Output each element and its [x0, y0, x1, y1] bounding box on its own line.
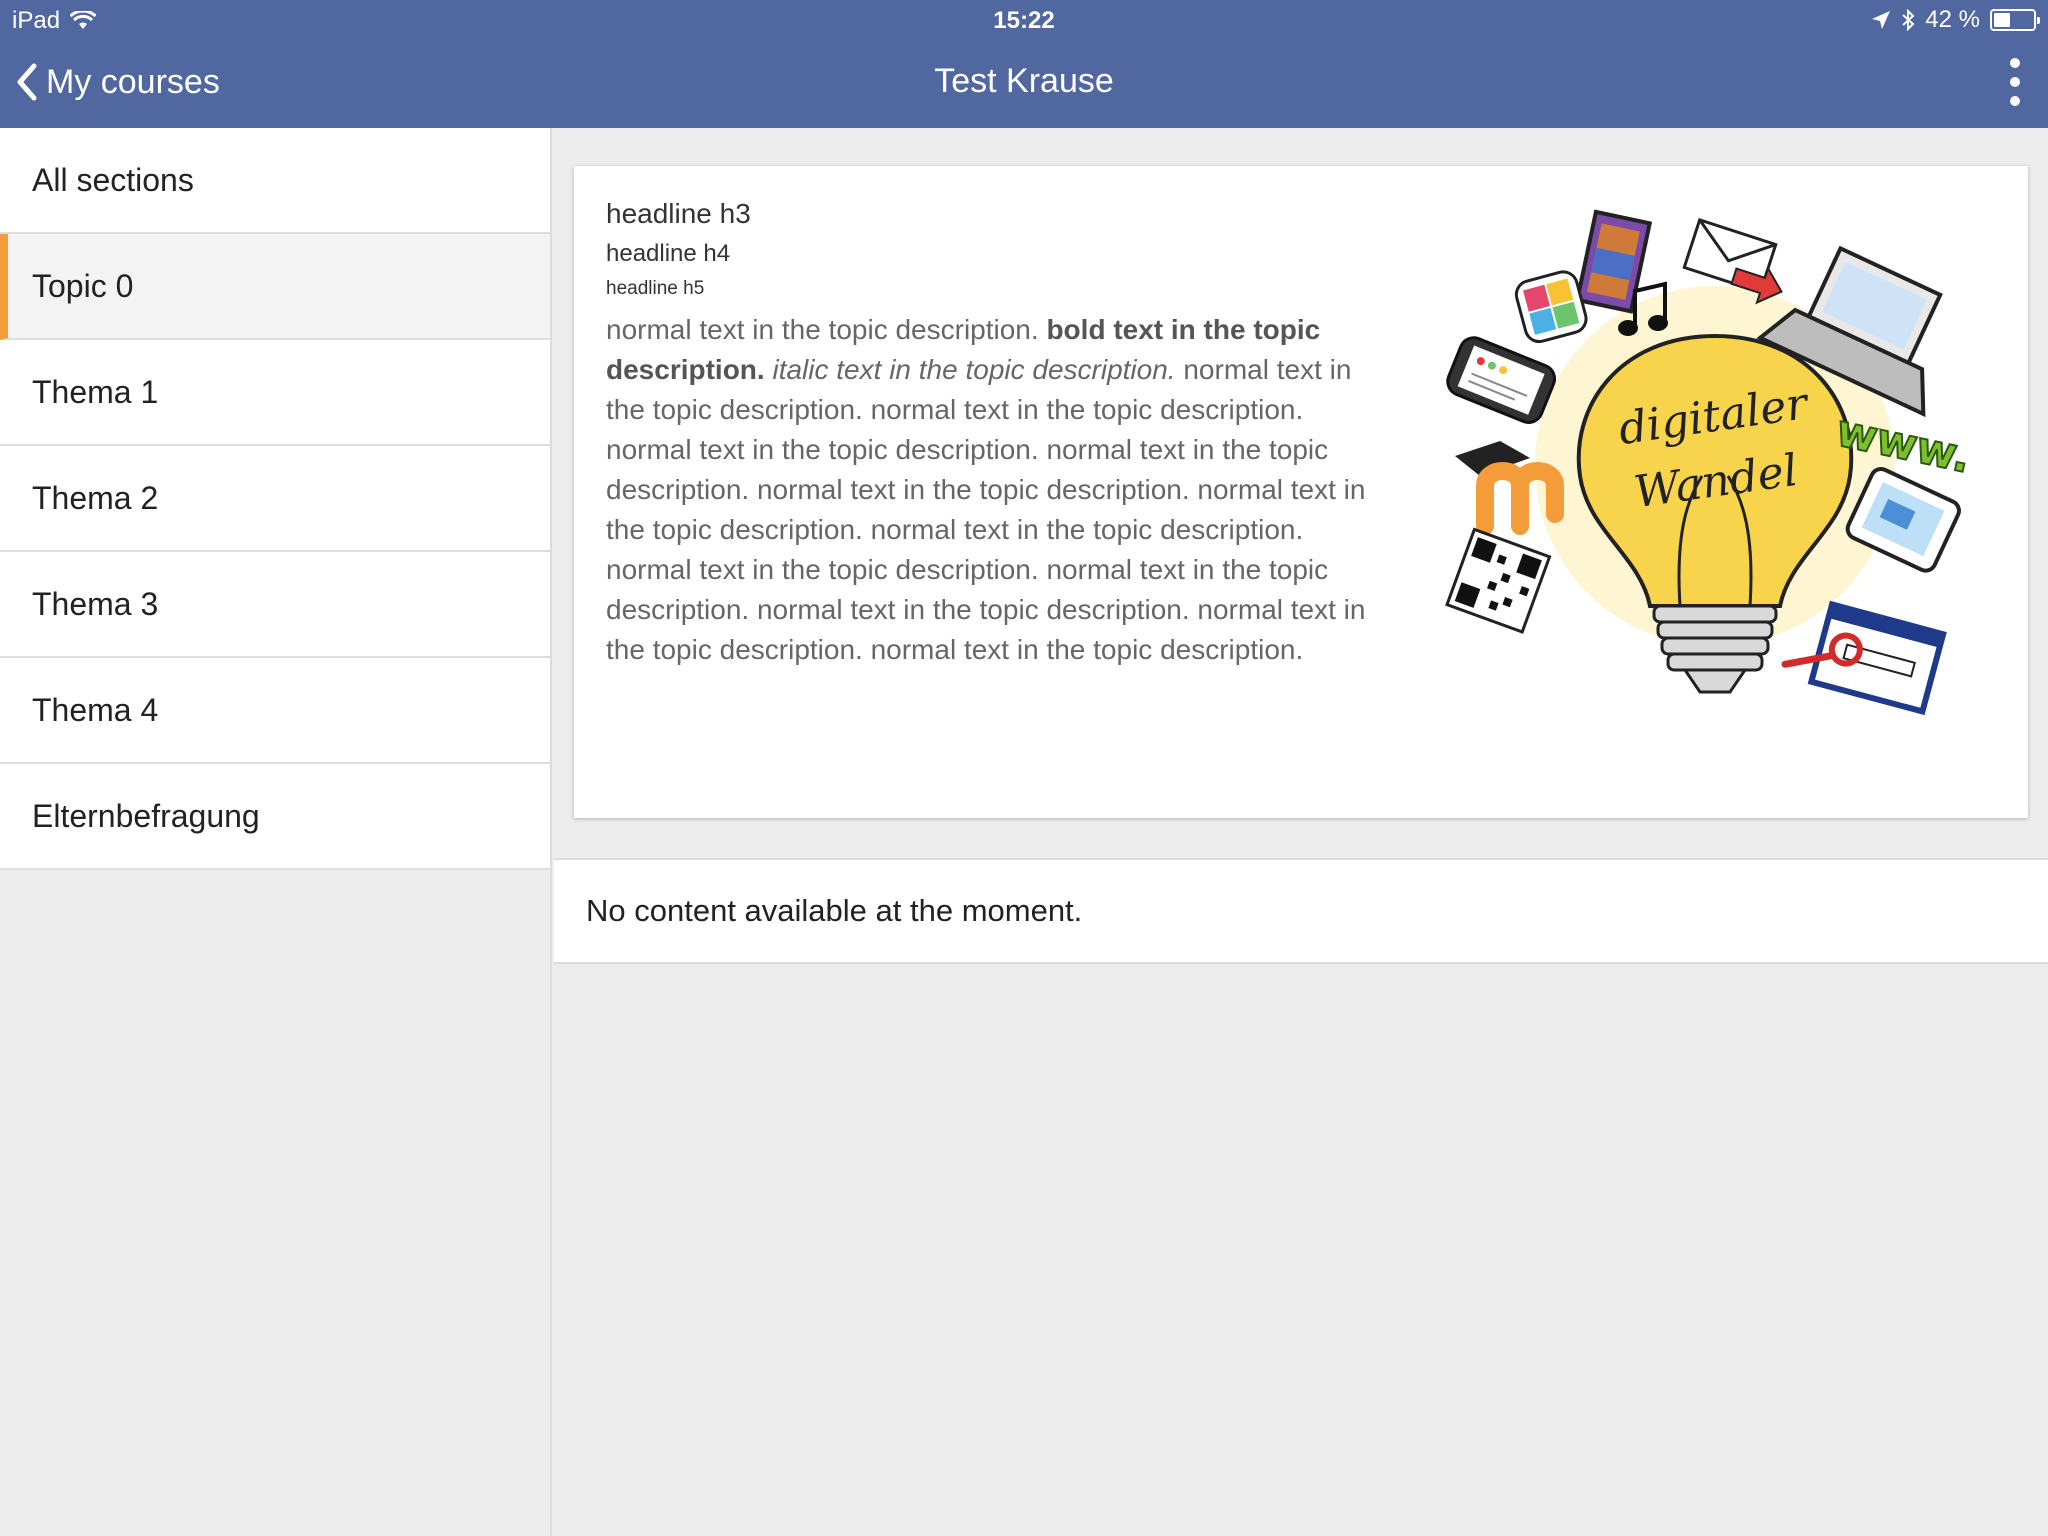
- sidebar-item-label: Thema 4: [32, 691, 159, 728]
- topic-summary-text: headline h3 headline h4 headline h5 norm…: [606, 198, 1388, 670]
- status-right: 42 %: [1871, 6, 2040, 34]
- sidebar-item-label: Topic 0: [32, 267, 134, 304]
- battery-percent: 42 %: [1925, 6, 1980, 33]
- status-bar: iPad 15:22 42 %: [0, 0, 2048, 40]
- empty-state-message: No content available at the moment.: [554, 858, 2048, 964]
- more-dot-icon: [2010, 58, 2020, 68]
- sidebar-item-thema-3[interactable]: Thema 3: [0, 552, 550, 658]
- sidebar-item-topic-0[interactable]: Topic 0: [0, 234, 550, 340]
- description-normal-text: normal text in the topic description.: [606, 314, 1047, 345]
- sidebar-item-label: Elternbefragung: [32, 797, 260, 834]
- nav-bar: My courses Test Krause: [0, 40, 2048, 128]
- more-dot-icon: [2010, 96, 2020, 106]
- bluetooth-icon: [1902, 9, 1915, 31]
- headline-h3: headline h3: [606, 198, 751, 229]
- battery-fill: [1994, 13, 2010, 27]
- headline-h4: headline h4: [606, 240, 731, 267]
- topic-summary-card: headline h3 headline h4 headline h5 norm…: [574, 166, 2028, 818]
- sidebar-item-label: Thema 2: [32, 479, 159, 516]
- description-italic-text: italic text in the topic description.: [772, 354, 1176, 385]
- section-sidebar: All sections Topic 0 Thema 1 Thema 2 The…: [0, 128, 552, 1536]
- page-title: Test Krause: [934, 62, 1114, 100]
- description-normal-text-rest: normal text in the topic description. no…: [606, 354, 1366, 665]
- status-time: 15:22: [993, 7, 1055, 34]
- location-arrow-icon: [1872, 11, 1891, 29]
- more-menu-button[interactable]: [2004, 58, 2026, 106]
- sidebar-item-thema-4[interactable]: Thema 4: [0, 658, 550, 764]
- battery-icon: [1990, 9, 2040, 31]
- more-dot-icon: [2010, 77, 2020, 87]
- headline-h5: headline h5: [606, 278, 705, 299]
- sidebar-item-thema-1[interactable]: Thema 1: [0, 340, 550, 446]
- sidebar-item-label: Thema 1: [32, 373, 159, 410]
- sidebar-item-label: All sections: [32, 161, 194, 198]
- sidebar-item-elternbefragung[interactable]: Elternbefragung: [0, 764, 550, 870]
- main-content: headline h3 headline h4 headline h5 norm…: [554, 128, 2048, 1536]
- topic-description: normal text in the topic description. bo…: [606, 310, 1388, 670]
- digital-change-illustration: digitaler Wandel www.: [1445, 209, 1976, 716]
- sidebar-item-label: Thema 3: [32, 585, 159, 622]
- sidebar-item-thema-2[interactable]: Thema 2: [0, 446, 550, 552]
- sidebar-item-all-sections[interactable]: All sections: [0, 128, 550, 234]
